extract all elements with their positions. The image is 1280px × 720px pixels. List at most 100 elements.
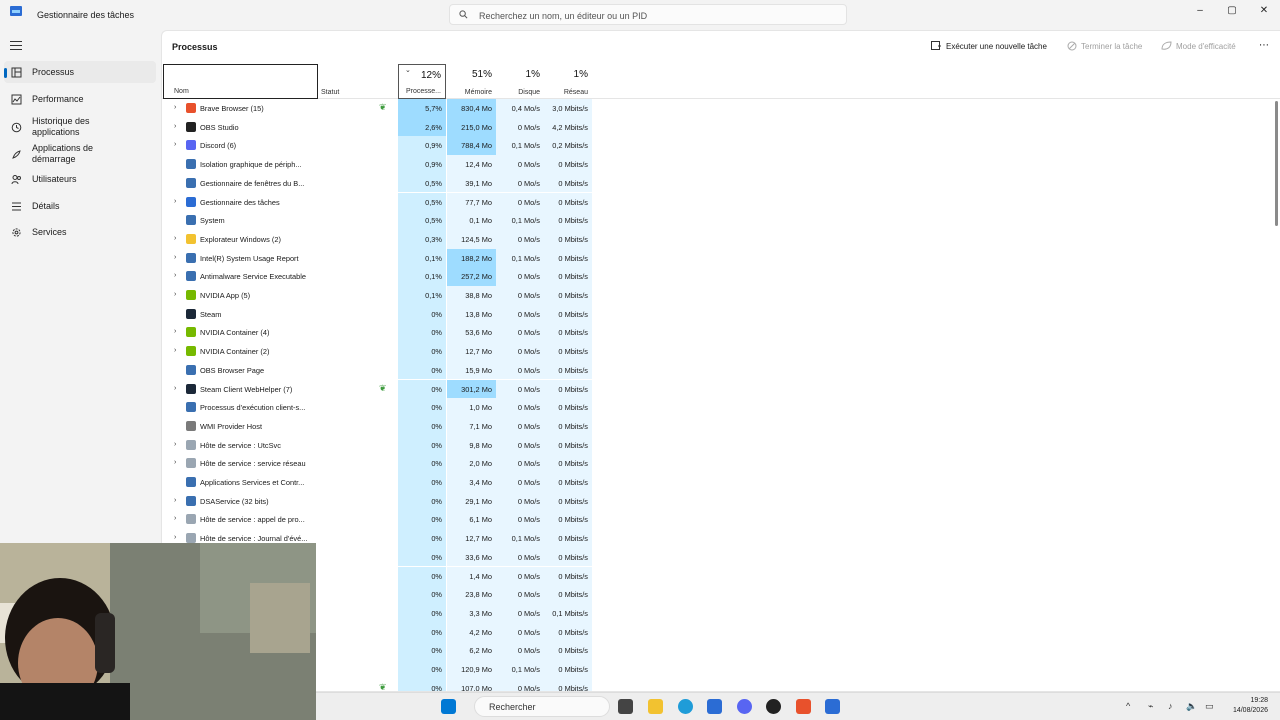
microphone-icon[interactable]: ♪ bbox=[1168, 701, 1173, 711]
column-percent: 1% bbox=[573, 69, 588, 80]
sidebar-item-label: Applications de démarrage bbox=[32, 143, 94, 164]
process-row[interactable]: › Explorateur Windows (2) 0,3% 124,5 Mo 0 Mo… bbox=[162, 229, 602, 249]
process-row[interactable]: Steam 0% 13,8 Mo 0 Mo/s 0 Mbits/s bbox=[162, 304, 602, 324]
maximize-button[interactable]: ▢ bbox=[1217, 2, 1247, 18]
sidebar-item-details[interactable]: Détails bbox=[4, 195, 156, 217]
process-row[interactable]: › Hôte de service : UtcSvc 0% 9,8 Mo 0 Mo/s 0… bbox=[162, 435, 602, 455]
process-row[interactable]: › Gestionnaire des tâches 0,5% 77,7 Mo 0 Mo/… bbox=[162, 192, 602, 212]
column-header-cpu[interactable]: ⌄ 12% Processe... bbox=[398, 64, 446, 99]
process-icon bbox=[186, 290, 196, 300]
column-header-network[interactable]: 1% Réseau bbox=[544, 64, 592, 99]
expand-chevron-icon[interactable]: › bbox=[174, 254, 176, 261]
column-header-memory[interactable]: 51% Mémoire bbox=[447, 64, 496, 99]
column-header-disk[interactable]: 1% Disque bbox=[496, 64, 544, 99]
process-icon bbox=[186, 121, 196, 132]
memory-cell: 23,8 Mo bbox=[447, 585, 496, 604]
process-row[interactable]: › NVIDIA Container (4) 0% 53,6 Mo 0 Mo/s 0 Mb… bbox=[162, 323, 602, 343]
process-row[interactable]: › NVIDIA Container (2) 0% 12,7 Mo 0 Mo/s 0 Mb… bbox=[162, 342, 602, 361]
process-row[interactable]: › Intel(R) System Usage Report 0,1% 188,2 M… bbox=[162, 248, 602, 268]
search-box[interactable] bbox=[449, 4, 847, 25]
process-row[interactable]: System 0,5% 0,1 Mo 0,1 Mo/s 0 Mbits/s bbox=[162, 211, 602, 230]
process-row[interactable]: › Hôte de service : service réseau 0% 2,0 M… bbox=[162, 454, 602, 473]
cpu-cell: 0,9% bbox=[398, 155, 446, 174]
process-row[interactable]: › Steam Client WebHelper (7) ❦ 0% 301,2 Mo 0 … bbox=[162, 379, 602, 399]
taskbar-search[interactable]: Rechercher bbox=[474, 696, 610, 717]
network-cell: 0 Mbits/s bbox=[544, 286, 592, 305]
clock[interactable]: 19:28 14/08/2026 bbox=[1233, 696, 1268, 716]
minimize-button[interactable]: – bbox=[1185, 2, 1215, 18]
process-row[interactable]: › NVIDIA App (5) 0,1% 38,8 Mo 0 Mo/s 0 Mbits/… bbox=[162, 286, 602, 305]
expand-chevron-icon[interactable]: › bbox=[174, 497, 176, 504]
efficiency-mode-button[interactable]: Mode d'efficacité bbox=[1161, 41, 1236, 51]
process-row[interactable]: › Brave Browser (15) ❦ 5,7% 830,4 Mo 0,4 Mo/s… bbox=[162, 99, 602, 118]
column-header-status[interactable]: Statut bbox=[318, 64, 398, 99]
column-header-name[interactable]: Nom bbox=[163, 64, 318, 99]
cpu-cell: 0,5% bbox=[398, 192, 446, 212]
processes-icon bbox=[11, 67, 22, 77]
sidebar-item-historique[interactable]: Historique des applications bbox=[4, 114, 156, 140]
webcam-feed-image bbox=[0, 543, 316, 720]
volume-icon[interactable]: 🔈 bbox=[1186, 701, 1197, 712]
sidebar-item-processus[interactable]: Processus bbox=[4, 61, 156, 83]
tray-chevron-icon[interactable]: ^ bbox=[1126, 701, 1130, 711]
wifi-icon[interactable]: ⌁ bbox=[1148, 701, 1153, 712]
process-row[interactable]: › OBS Studio 2,6% 215,0 Mo 0 Mo/s 4,2 Mbits/s bbox=[162, 117, 602, 137]
expand-chevron-icon[interactable]: › bbox=[174, 441, 176, 448]
process-row[interactable]: › Discord (6) 0,9% 788,4 Mo 0,1 Mo/s 0,2 Mbit… bbox=[162, 136, 602, 156]
expand-chevron-icon[interactable]: › bbox=[174, 328, 176, 335]
more-options-button[interactable]: ⋯ bbox=[1259, 40, 1270, 51]
expand-chevron-icon[interactable]: › bbox=[174, 235, 176, 242]
disk-cell: 0,1 Mo/s bbox=[496, 529, 544, 548]
disk-cell: 0 Mo/s bbox=[496, 360, 544, 380]
obs-icon[interactable] bbox=[766, 699, 781, 714]
memory-cell: 6,2 Mo bbox=[447, 641, 496, 660]
process-icon bbox=[186, 402, 196, 413]
process-row[interactable]: OBS Browser Page 0% 15,9 Mo 0 Mo/s 0 Mbits/s bbox=[162, 360, 602, 380]
process-name: Gestionnaire de fenêtres du B... bbox=[200, 178, 305, 188]
process-name: OBS Browser Page bbox=[200, 365, 265, 375]
expand-chevron-icon[interactable]: › bbox=[174, 123, 176, 130]
expand-chevron-icon[interactable]: › bbox=[174, 385, 176, 392]
expand-chevron-icon[interactable]: › bbox=[174, 272, 176, 279]
expand-chevron-icon[interactable]: › bbox=[174, 534, 176, 541]
sidebar-item-performance[interactable]: Performance bbox=[4, 88, 156, 110]
process-row[interactable]: Applications Services et Contr... 0% 3,4 M… bbox=[162, 473, 602, 492]
sidebar-item-services[interactable]: Services bbox=[4, 221, 156, 243]
network-cell: 0 Mbits/s bbox=[544, 398, 592, 417]
cpu-cell: 0% bbox=[398, 603, 446, 623]
battery-icon[interactable]: ▭ bbox=[1205, 701, 1214, 712]
expand-chevron-icon[interactable]: › bbox=[174, 198, 176, 205]
network-cell: 0 Mbits/s bbox=[544, 435, 592, 455]
search-input[interactable] bbox=[479, 9, 829, 22]
process-row[interactable]: › Antimalware Service Executable 0,1% 257,2… bbox=[162, 267, 602, 286]
process-row[interactable]: WMI Provider Host 0% 7,1 Mo 0 Mo/s 0 Mbits/s bbox=[162, 416, 602, 436]
scrollbar[interactable] bbox=[1275, 101, 1278, 226]
sidebar-item-utilisateurs[interactable]: Utilisateurs bbox=[4, 168, 156, 190]
file-explorer-icon[interactable] bbox=[648, 699, 663, 714]
process-row[interactable]: Gestionnaire de fenêtres du B... 0,5% 39,1… bbox=[162, 173, 602, 193]
expand-chevron-icon[interactable]: › bbox=[174, 347, 176, 354]
store-icon[interactable] bbox=[707, 699, 722, 714]
cpu-cell: 0,5% bbox=[398, 211, 446, 230]
process-row[interactable]: › DSAService (32 bits) 0% 29,1 Mo 0 Mo/s 0 Mb… bbox=[162, 491, 602, 511]
discord-icon[interactable] bbox=[737, 699, 752, 714]
task-manager-taskbar-icon[interactable] bbox=[825, 699, 840, 714]
brave-icon[interactable] bbox=[796, 699, 811, 714]
run-new-task-button[interactable]: Exécuter une nouvelle tâche bbox=[931, 41, 1047, 51]
sidebar-item-demarrage[interactable]: Applications de démarrage bbox=[4, 141, 156, 167]
disk-cell: 0 Mo/s bbox=[496, 229, 544, 249]
taskview-icon[interactable] bbox=[618, 699, 633, 714]
expand-chevron-icon[interactable]: › bbox=[174, 291, 176, 298]
process-row[interactable]: Processus d'exécution client-s... 0% 1,0 M… bbox=[162, 398, 602, 417]
end-task-button[interactable]: Terminer la tâche bbox=[1067, 41, 1142, 51]
process-row[interactable]: › Hôte de service : appel de pro... 0% 6,1 … bbox=[162, 510, 602, 530]
expand-chevron-icon[interactable]: › bbox=[174, 515, 176, 522]
edge-icon[interactable] bbox=[678, 699, 693, 714]
expand-chevron-icon[interactable]: › bbox=[174, 459, 176, 466]
start-icon[interactable] bbox=[441, 699, 456, 714]
expand-chevron-icon[interactable]: › bbox=[174, 141, 176, 148]
hamburger-menu-icon[interactable] bbox=[10, 41, 22, 50]
process-row[interactable]: Isolation graphique de périph... 0,9% 12,4… bbox=[162, 155, 602, 174]
close-button[interactable]: ✕ bbox=[1249, 2, 1279, 18]
expand-chevron-icon[interactable]: › bbox=[174, 104, 176, 111]
